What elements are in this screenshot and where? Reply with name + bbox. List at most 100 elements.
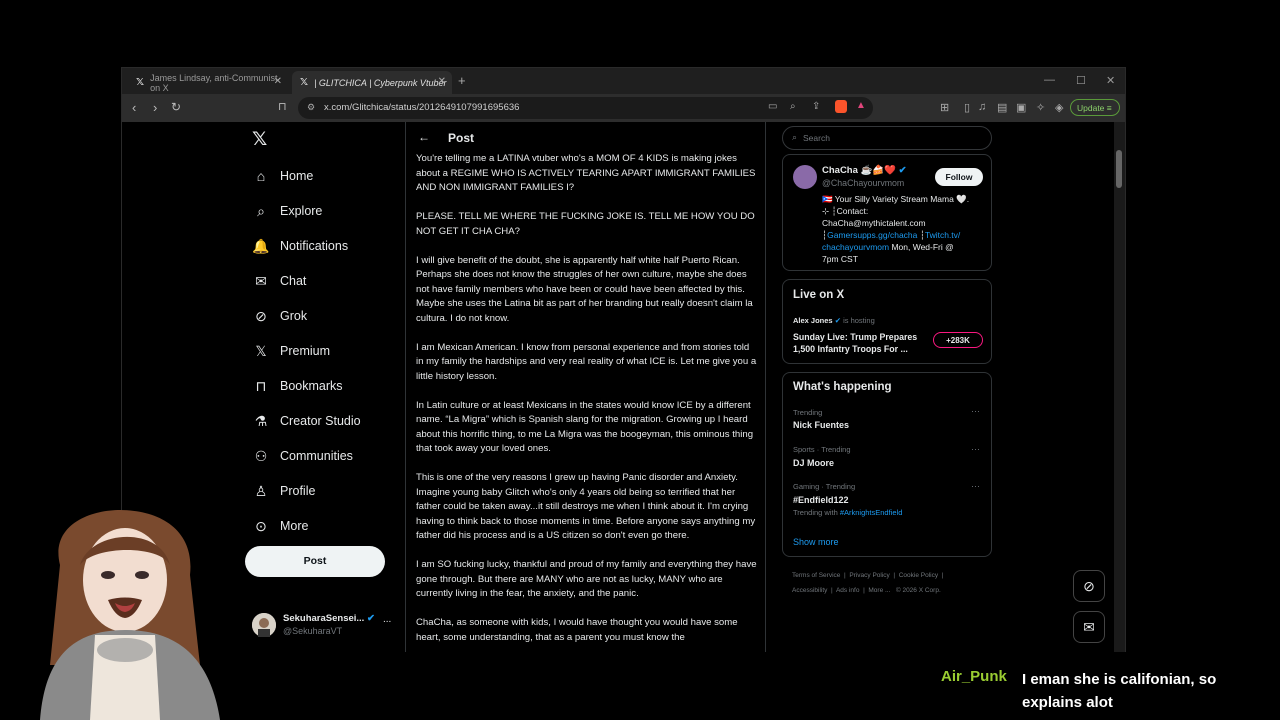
close-tab-icon[interactable]: ✕ [438, 76, 446, 87]
follow-button[interactable]: Follow [935, 168, 983, 186]
profile-handle[interactable]: @ChaChayourvmom [822, 178, 904, 188]
forward-icon[interactable]: › [153, 100, 157, 115]
sidebar-item-creator-studio[interactable]: ⚗ Creator Studio [252, 411, 361, 431]
sidebar-item-communities[interactable]: ⚇ Communities [252, 446, 353, 466]
messages-button[interactable]: ✉ [1073, 611, 1105, 643]
tweet-paragraph: ChaCha, as someone with kids, I would ha… [416, 617, 738, 643]
home-icon: ⌂ [256, 168, 266, 184]
tab-james-lindsay[interactable]: 𝕏 James Lindsay, anti-Communist on X ✕ [128, 71, 288, 94]
mail-icon: ✉ [1083, 619, 1095, 635]
live-stream-title[interactable]: Sunday Live: Trump Prepares 1,500 Infant… [793, 332, 928, 355]
reading-list-icon[interactable]: ▤ [997, 101, 1007, 114]
sidebar-toggle-icon[interactable]: ⊞ [940, 101, 949, 114]
sidebar-item-label: Home [280, 169, 314, 183]
avatar-face-icon [252, 613, 276, 637]
tweet-paragraph: I am Mexican American. I know from perso… [416, 341, 757, 382]
maximize-icon[interactable]: ☐ [1076, 74, 1086, 87]
leo-ai-icon[interactable]: ✧ [1036, 101, 1045, 114]
sidebar-item-profile[interactable]: ♙ Profile [252, 481, 316, 501]
wallet-icon[interactable]: ▣ [1016, 101, 1026, 114]
sidebar-item-premium[interactable]: 𝕏 Premium [252, 341, 330, 361]
footer-link[interactable]: Cookie Policy [899, 572, 938, 579]
account-more-button[interactable]: ... [383, 614, 391, 625]
bookmark-page-icon[interactable]: ⊓ [278, 100, 287, 113]
sidebar-item-explore[interactable]: ⌕ Explore [252, 201, 322, 221]
tab-glitchica[interactable]: 𝕏 | GLITCHICA | Cyberpunk Vtuber ✕ [292, 71, 452, 94]
sidebar-item-notifications[interactable]: 🔔 Notifications [252, 236, 348, 256]
bell-icon: 🔔 [252, 237, 270, 254]
share-icon[interactable]: ⇪ [812, 101, 820, 112]
back-arrow-icon[interactable]: ← [418, 130, 430, 144]
site-info-icon[interactable]: ⚙ [307, 102, 315, 113]
trend-category: Trending [793, 408, 823, 417]
trend-related-prefix: Trending with [793, 508, 840, 517]
account-avatar[interactable] [252, 613, 276, 637]
account-name[interactable]: SekuharaSensei... ✔ [283, 613, 375, 624]
sidebar-item-grok[interactable]: ⊘ Grok [252, 306, 307, 326]
footer-link[interactable]: Privacy Policy [849, 572, 889, 579]
footer-link[interactable]: More ... [868, 587, 890, 594]
new-tab-button[interactable]: + [458, 73, 466, 88]
flask-icon: ⚗ [254, 412, 268, 429]
post-button[interactable]: Post [245, 546, 385, 577]
trend-more-icon[interactable]: ··· [971, 406, 980, 416]
trend-more-icon[interactable]: ··· [971, 481, 980, 491]
bio-link[interactable]: Gamersupps.gg/chacha [827, 230, 917, 240]
brave-rewards-icon[interactable]: ▲ [856, 100, 866, 111]
close-tab-icon[interactable]: ✕ [274, 76, 282, 87]
chat-username: Air_Punk [941, 668, 1007, 685]
update-button[interactable]: Update ≡ [1070, 99, 1120, 116]
x-home-logo-icon[interactable]: 𝕏 [252, 128, 267, 150]
music-icon[interactable]: ♫ [978, 101, 986, 113]
verified-badge-icon: ✔ [366, 613, 375, 624]
reload-icon[interactable]: ↻ [171, 100, 181, 114]
trend-related: Trending with #ArknightsEndfield [793, 508, 902, 517]
address-bar[interactable]: ⚙ x.com/Glitchica/status/201264910799169… [298, 97, 873, 119]
profile-card: ChaCha ☕🍰❤️ ✔ @ChaChayourvmom Follow 🇵🇷 … [782, 154, 992, 271]
search-icon: ⌕ [257, 202, 265, 219]
trend-category: Gaming · Trending [793, 482, 856, 491]
trend-category: Sports · Trending [793, 445, 851, 454]
bio-link[interactable]: chachayourvmom [822, 242, 889, 252]
panel-icon[interactable]: ▯ [964, 101, 970, 114]
trend-item[interactable]: #Endfield122 [793, 495, 849, 505]
url-text[interactable]: x.com/Glitchica/status/20126491079916956… [324, 102, 519, 113]
sidebar-item-more[interactable]: ⊙ More [252, 516, 308, 536]
trend-more-icon[interactable]: ··· [971, 444, 980, 454]
back-icon[interactable]: ‹ [132, 100, 136, 115]
profile-avatar[interactable] [793, 165, 817, 189]
minimize-icon[interactable]: — [1044, 74, 1055, 86]
verified-badge-icon: ✔ [898, 165, 907, 176]
live-card[interactable]: Live on X Alex Jones ✔ is hosting Sunday… [782, 279, 992, 364]
sidebar-item-home[interactable]: ⌂ Home [252, 166, 314, 186]
trend-item[interactable]: DJ Moore [793, 458, 834, 468]
cast-icon[interactable]: ▭ [768, 101, 777, 112]
chat-message: I eman she is califonian, so explains al… [1022, 671, 1217, 711]
tweet-paragraph: You're telling me a LATINA vtuber who's … [416, 153, 756, 193]
brave-shield-icon[interactable] [835, 100, 847, 113]
search-input[interactable]: ⌕ Search [782, 126, 992, 150]
trend-item[interactable]: Nick Fuentes [793, 420, 849, 430]
footer-link[interactable]: Ads info [836, 587, 860, 594]
menu-icon: ≡ [1106, 103, 1112, 113]
footer-link[interactable]: Accessibility [792, 587, 827, 594]
window-close-icon[interactable]: ✕ [1106, 74, 1115, 87]
show-more-link[interactable]: Show more [793, 537, 839, 547]
vpn-icon[interactable]: ◈ [1055, 101, 1063, 114]
zoom-icon[interactable]: ⌕ [790, 101, 796, 112]
sidebar-item-label: Explore [280, 204, 323, 218]
sidebar-item-bookmarks[interactable]: ⊓ Bookmarks [252, 376, 343, 396]
live-viewer-count: +283K [933, 332, 983, 348]
trends-title: What's happening [793, 381, 892, 393]
scrollbar-thumb[interactable] [1116, 150, 1122, 188]
mail-icon: ✉ [255, 272, 267, 289]
bio-link[interactable]: Twitch.tv/ [925, 230, 960, 240]
profile-name[interactable]: ChaCha ☕🍰❤️ ✔ [822, 165, 907, 176]
footer-link[interactable]: Terms of Service [792, 572, 840, 579]
sidebar-item-chat[interactable]: ✉ Chat [252, 271, 306, 291]
page-title: Post [448, 131, 475, 145]
grok-button[interactable]: ⊘ [1073, 570, 1105, 602]
trend-related-link[interactable]: #ArknightsEndfield [840, 508, 903, 517]
page-scrollbar[interactable] [1114, 122, 1125, 652]
tweet-paragraph: In Latin culture or at least Mexicans in… [416, 399, 754, 455]
